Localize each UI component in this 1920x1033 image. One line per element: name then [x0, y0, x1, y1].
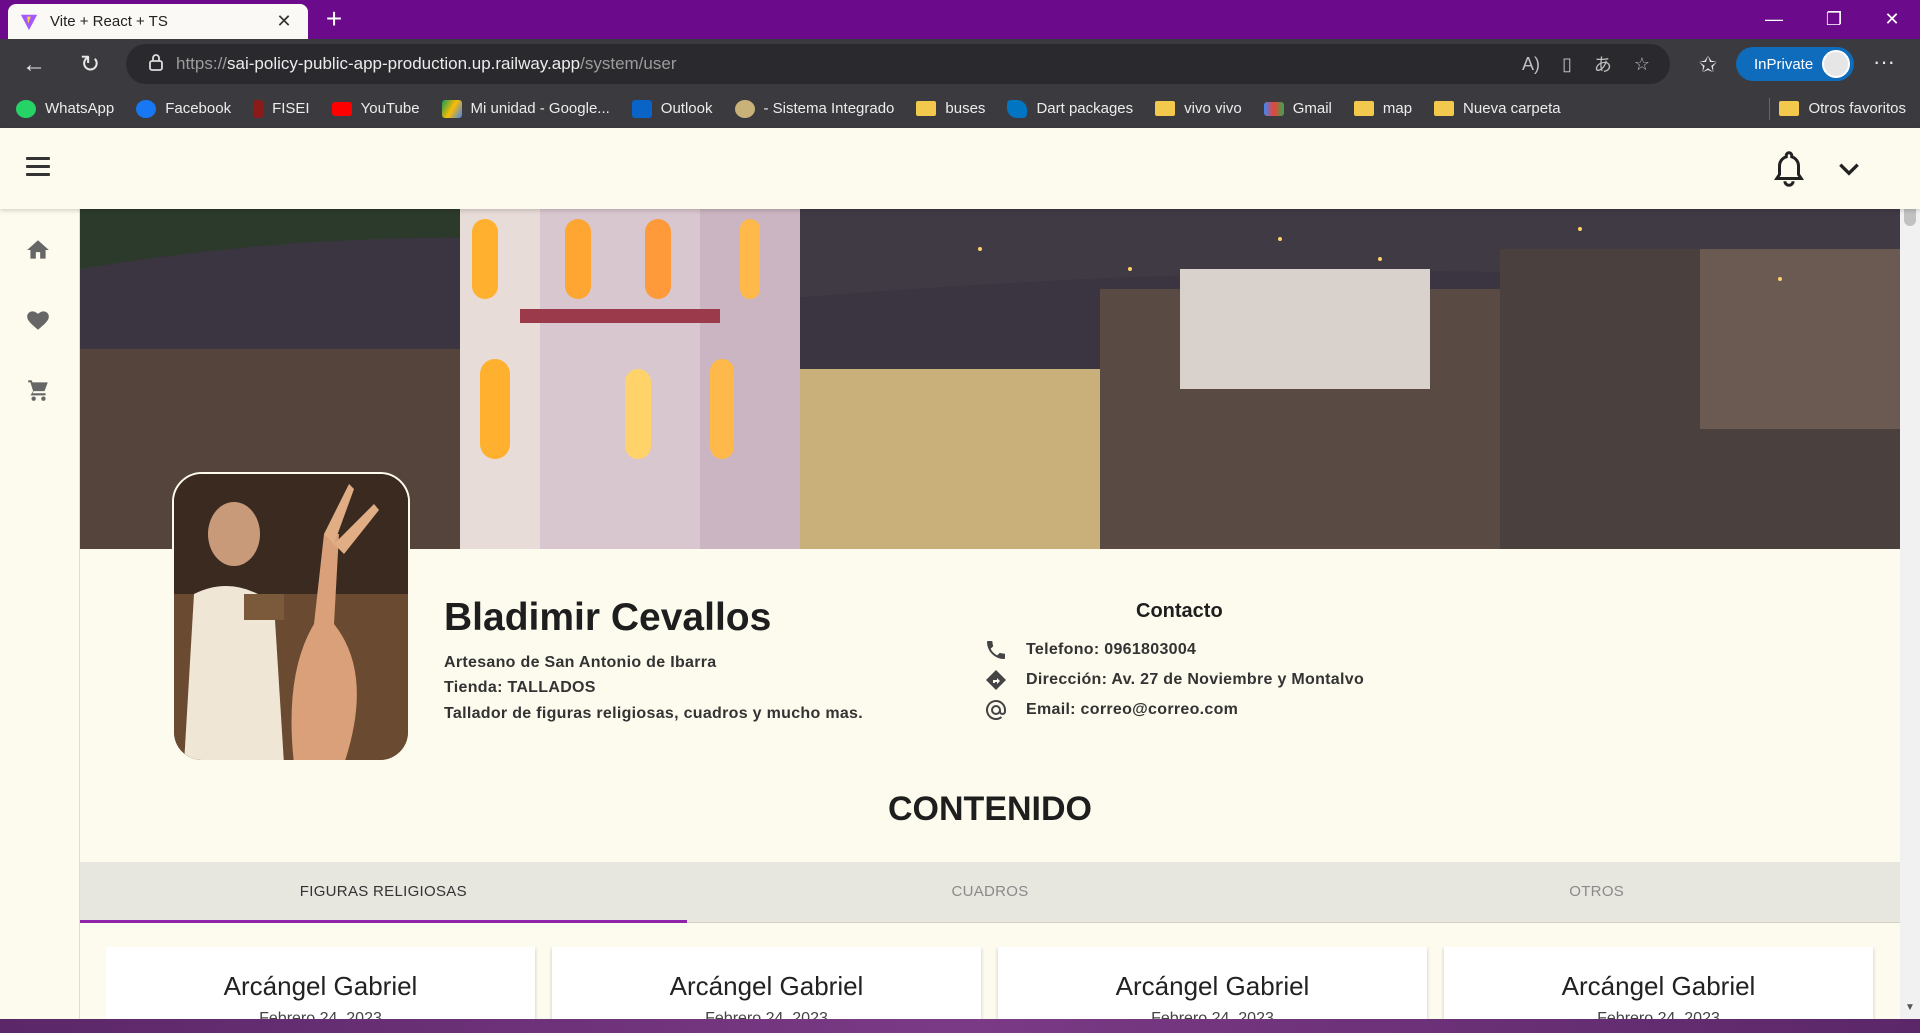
taskbar — [0, 1019, 1920, 1033]
contact-address: Dirección: Av. 27 de Noviembre y Montalv… — [984, 668, 1364, 692]
favorites-icon[interactable]: ✩ — [1690, 47, 1726, 83]
page-scrollbar[interactable]: ▲ ▼ — [1900, 128, 1920, 1019]
bookmark-fisei[interactable]: FISEI — [253, 99, 310, 118]
home-icon[interactable] — [25, 237, 51, 263]
at-sign-icon — [986, 699, 1006, 720]
facebook-icon — [136, 99, 157, 118]
bookmark-dart-packages[interactable]: Dart packages — [1007, 99, 1133, 118]
notification-bell-icon[interactable] — [1772, 150, 1806, 188]
url-text[interactable]: https://sai-policy-public-app-production… — [176, 54, 676, 74]
card-date: Febrero 24, 2023 — [1597, 1010, 1720, 1019]
contact-phone: Telefono: 0961803004 — [984, 638, 1196, 662]
heart-icon[interactable] — [25, 307, 51, 333]
bookmark-facebook[interactable]: Facebook — [136, 99, 231, 118]
folder-icon — [1353, 101, 1374, 116]
whatsapp-icon — [16, 99, 36, 118]
fisei-icon — [253, 99, 264, 118]
back-button[interactable]: ← — [16, 47, 52, 83]
browser-tab[interactable]: Vite + React + TS ✕ — [8, 4, 308, 39]
add-favorite-icon[interactable]: ☆ — [1634, 54, 1650, 75]
cart-icon[interactable] — [25, 377, 51, 403]
tab-figuras-religiosas[interactable]: FIGURAS RELIGIOSAS — [80, 862, 687, 923]
tab-title: Vite + React + TS — [50, 13, 168, 30]
card-title: Arcángel Gabriel — [223, 971, 418, 1001]
more-options-icon[interactable]: ··· — [1866, 47, 1902, 83]
bookmark-map[interactable]: map — [1353, 100, 1412, 117]
inprivate-button[interactable]: InPrivate — [1736, 47, 1854, 81]
restore-button[interactable]: ❐ — [1806, 0, 1862, 39]
folder-icon — [1434, 101, 1455, 116]
other-favorites[interactable]: Otros favoritos — [1779, 89, 1906, 128]
bookmark-nueva-carpeta[interactable]: Nueva carpeta — [1434, 100, 1561, 117]
dart-icon — [1007, 99, 1028, 118]
card-date: Febrero 24, 2023 — [259, 1010, 382, 1019]
google-drive-icon — [441, 99, 462, 118]
chevron-down-icon[interactable] — [1836, 156, 1862, 182]
tab-cuadros[interactable]: CUADROS — [687, 862, 1294, 922]
artisan-store: Tienda: TALLADOS — [444, 679, 596, 696]
bookmark-gmail[interactable]: Gmail — [1263, 100, 1332, 117]
read-aloud-icon[interactable]: A) — [1522, 54, 1540, 75]
profile-avatar-icon — [1822, 50, 1850, 78]
lock-icon[interactable] — [126, 53, 166, 76]
artisan-description: Tallador de figuras religiosas, cuadros … — [444, 705, 863, 722]
folder-icon — [916, 101, 937, 116]
new-tab-button[interactable]: + — [318, 4, 350, 36]
youtube-icon — [331, 101, 352, 116]
product-card[interactable]: Arcángel Gabriel Febrero 24, 2023 — [106, 947, 535, 1019]
translate-icon[interactable]: あ — [1594, 51, 1612, 77]
card-date: Febrero 24, 2023 — [705, 1010, 828, 1019]
minimize-button[interactable]: — — [1746, 0, 1802, 39]
phone-icon — [987, 641, 1005, 659]
directions-icon — [986, 670, 1006, 690]
bookmark-whatsapp[interactable]: WhatsApp — [16, 99, 114, 118]
card-date: Febrero 24, 2023 — [1151, 1010, 1274, 1019]
bookmark-outlook[interactable]: Outlook — [631, 99, 713, 118]
sidebar — [0, 209, 80, 1019]
artisan-location: Artesano de San Antonio de Ibarra — [444, 654, 717, 671]
folder-icon — [1155, 101, 1176, 116]
artisan-name: Bladimir Cevallos — [444, 596, 772, 639]
app-header — [0, 128, 1920, 209]
bookmark-vivo-vivo[interactable]: vivo vivo — [1155, 100, 1242, 117]
product-card[interactable]: Arcángel Gabriel Febrero 24, 2023 — [552, 947, 981, 1019]
product-cards: Arcángel Gabriel Febrero 24, 2023 Arcáng… — [106, 947, 1876, 1019]
tab-close-icon[interactable]: ✕ — [272, 11, 296, 32]
address-bar[interactable]: https://sai-policy-public-app-production… — [126, 44, 1670, 84]
outlook-icon — [631, 99, 652, 118]
immersive-reader-icon[interactable]: ▯ — [1562, 54, 1572, 75]
card-title: Arcángel Gabriel — [1115, 971, 1310, 1001]
close-window-button[interactable]: ✕ — [1864, 0, 1920, 39]
artisan-avatar — [172, 472, 410, 762]
bookmark-sistema-integrado[interactable]: - Sistema Integrado — [734, 99, 894, 118]
contact-email: Email: correo@correo.com — [984, 698, 1238, 722]
vite-icon — [20, 14, 38, 30]
folder-icon — [1779, 101, 1800, 116]
product-card[interactable]: Arcángel Gabriel Febrero 24, 2023 — [998, 947, 1427, 1019]
content-title: CONTENIDO — [888, 790, 1092, 828]
menu-icon[interactable] — [26, 157, 50, 177]
tab-otros[interactable]: OTROS — [1293, 862, 1900, 922]
card-title: Arcángel Gabriel — [1561, 971, 1756, 1001]
product-card[interactable]: Arcángel Gabriel Febrero 24, 2023 — [1444, 947, 1873, 1019]
browser-toolbar: ← ↻ https://sai-policy-public-app-produc… — [0, 39, 1920, 89]
inprivate-label: InPrivate — [1754, 55, 1814, 73]
scroll-down-icon[interactable]: ▼ — [1904, 1002, 1916, 1014]
gmail-icon — [1263, 101, 1284, 116]
address-bar-actions: A) ▯ あ ☆ — [1522, 44, 1650, 84]
card-title: Arcángel Gabriel — [669, 971, 864, 1001]
bookmark-google-drive[interactable]: Mi unidad - Google... — [441, 99, 610, 118]
contact-title: Contacto — [1136, 600, 1223, 622]
content-tabs: FIGURAS RELIGIOSAS CUADROS OTROS — [80, 862, 1900, 923]
bookmarks-divider — [1769, 98, 1770, 120]
bookmark-buses[interactable]: buses — [916, 100, 985, 117]
reload-button[interactable]: ↻ — [72, 47, 108, 83]
bookmark-youtube[interactable]: YouTube — [331, 100, 420, 117]
bookmarks-bar: WhatsApp Facebook FISEI YouTube Mi unida… — [0, 89, 1920, 128]
browser-titlebar: Vite + React + TS ✕ + — ❐ ✕ — [0, 0, 1920, 39]
sistema-integrado-icon — [734, 99, 755, 118]
